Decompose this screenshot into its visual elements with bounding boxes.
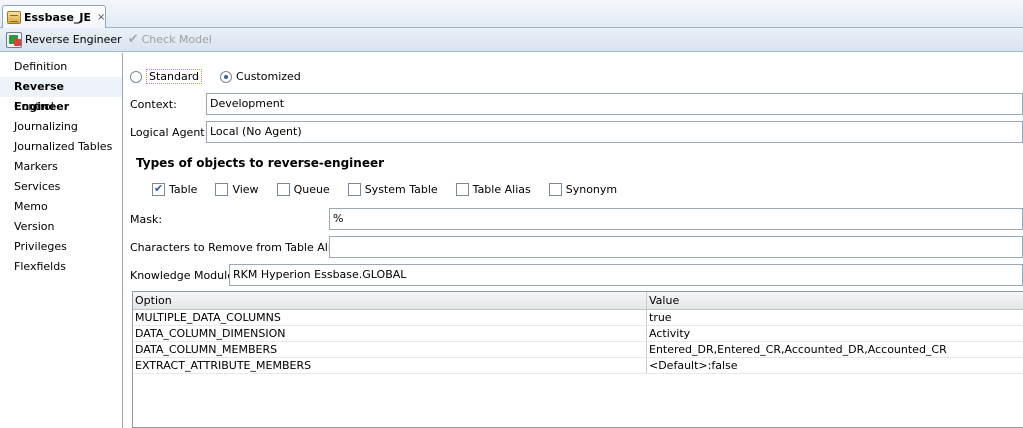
toolbar: Reverse Engineer ✔ Check Model [0,28,1023,52]
queue-checkbox[interactable] [276,183,290,196]
sidebar-item-flexfields[interactable]: Flexfields [0,257,122,277]
sidebar-item-journalizing[interactable]: Journalizing [0,117,122,137]
checkbox-label: View [232,183,259,196]
logical-agent-select[interactable]: Local (No Agent) [206,121,1023,143]
customized-radio-label[interactable]: Customized [236,70,301,83]
table-row[interactable]: EXTRACT_ATTRIBUTE_MEMBERS <Default>:false [133,358,1023,374]
chars-remove-input[interactable] [329,236,1023,258]
table-row[interactable]: MULTIPLE_DATA_COLUMNS true [133,310,1023,326]
system-table-checkbox[interactable] [347,183,361,196]
nav-list: Definition Reverse Engineer Control Journal… [0,53,122,277]
mode-radio-group: Standard Customized [130,69,301,84]
table-body: MULTIPLE_DATA_COLUMNS true DATA_COLUMN_DIM… [133,310,1023,374]
mask-label: Mask: [130,213,163,226]
checkbox-item-system-table[interactable]: System Table [347,183,438,196]
checkbox-item-table[interactable]: Table [152,182,198,196]
option-value-cell[interactable]: Entered_DR,Entered_CR,Accounted_DR,Accou… [647,342,1023,357]
checkbox-label: Synonym [565,183,618,196]
close-icon[interactable]: × [97,12,105,23]
customized-radio[interactable] [220,70,233,83]
option-value-cell[interactable]: <Default>:false [647,358,1023,373]
knowledge-module-label: Knowledge Module: [130,269,238,282]
reverse-engineer-icon [6,31,22,48]
synonym-checkbox[interactable] [548,183,562,196]
sidebar-item-markers[interactable]: Markers [0,157,122,177]
column-header-option[interactable]: Option [133,292,647,309]
option-name-cell: EXTRACT_ATTRIBUTE_MEMBERS [133,358,647,373]
knowledge-module-select[interactable]: RKM Hyperion Essbase.GLOBAL [229,264,1023,286]
editor-tab-strip: Essbase_JE × [0,0,1023,29]
sidebar-item-definition[interactable]: Definition [0,57,122,77]
checkbox-label: Queue [293,183,330,196]
option-name-cell: DATA_COLUMN_DIMENSION [133,326,647,341]
table-checkbox[interactable] [152,182,165,196]
checkmark-icon: ✔ [127,32,139,47]
context-select[interactable]: Development [206,93,1023,115]
sidebar-item-journalized-tables[interactable]: Journalized Tables [0,137,122,157]
reverse-engineer-button[interactable]: Reverse Engineer [6,31,122,48]
check-model-button[interactable]: ✔ Check Model [128,32,212,47]
standard-radio-label[interactable]: Standard [146,69,203,84]
checkbox-label: Table [169,183,198,196]
option-value-cell[interactable]: Activity [647,326,1023,341]
option-name-cell: MULTIPLE_DATA_COLUMNS [133,310,647,325]
checkbox-label: System Table [364,183,438,196]
object-types-heading: Types of objects to reverse-engineer [136,156,385,170]
checkbox-item-table-alias[interactable]: Table Alias [455,183,531,196]
table-header: Option Value [133,292,1023,310]
option-name-cell: DATA_COLUMN_MEMBERS [133,342,647,357]
table-row[interactable]: DATA_COLUMN_MEMBERS Entered_DR,Entered_CR… [133,342,1023,358]
object-types-checkboxes: Table View Queue System Table Table Alias Syn… [152,182,635,196]
reverse-engineer-label: Reverse Engineer [25,33,122,46]
view-checkbox[interactable] [215,183,229,196]
km-options-table: Option Value MULTIPLE_DATA_COLUMNS true DA… [132,291,1023,428]
sidebar-item-services[interactable]: Services [0,177,122,197]
sidebar-item-memo[interactable]: Memo [0,197,122,217]
editor-tab-essbase-je[interactable]: Essbase_JE × [2,5,106,29]
checkbox-item-synonym[interactable]: Synonym [548,183,618,196]
checkbox-item-view[interactable]: View [215,183,259,196]
checkbox-item-queue[interactable]: Queue [276,183,330,196]
table-row[interactable]: DATA_COLUMN_DIMENSION Activity [133,326,1023,342]
column-header-value[interactable]: Value [647,292,1023,309]
standard-radio[interactable] [130,70,142,83]
reverse-engineer-panel: Standard Customized Context: Development… [124,53,1023,428]
mask-input[interactable]: % [329,208,1023,230]
context-label: Context: [130,98,177,111]
sidebar-item-reverse-engineer[interactable]: Reverse Engineer [0,77,122,113]
sidebar-item-privileges[interactable]: Privileges [0,237,122,257]
tab-title: Essbase_JE [24,11,92,24]
option-value-cell[interactable]: true [647,310,1023,325]
table-alias-checkbox[interactable] [455,183,469,196]
logical-agent-label: Logical Agent: [130,126,209,139]
sidebar-nav: Definition Reverse Engineer Control Journal… [0,53,123,428]
sidebar-item-version[interactable]: Version [0,217,122,237]
model-icon [7,11,21,24]
checkbox-label: Table Alias [472,183,531,196]
chars-remove-label: Characters to Remove from Table Alias: [130,241,348,254]
check-model-label: Check Model [141,33,212,46]
